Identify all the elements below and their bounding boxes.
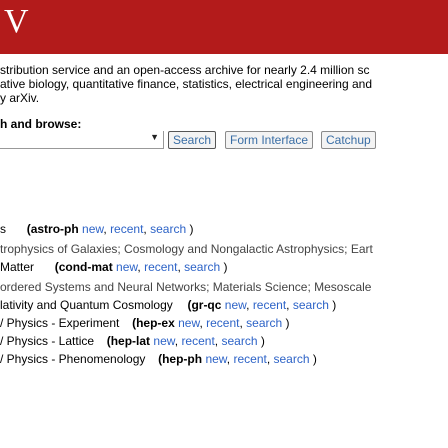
archive-code: gr-qc	[191, 298, 222, 312]
new-link[interactable]: new	[178, 316, 199, 330]
archive-entry-hep-ex: / Physics - Experiment (hep-ex new, rece…	[0, 316, 290, 330]
recent-link[interactable]: recent	[181, 334, 214, 348]
archive-subjects: ordered Systems and Neural Networks; Mat…	[0, 280, 372, 294]
archive-code: hep-lat	[110, 334, 151, 348]
intro-line-2: ative biology, quantitative finance, sta…	[0, 77, 372, 91]
catchup-button[interactable]: Catchup	[321, 131, 376, 149]
archive-subjects: trophysics of Galaxies; Cosmology and No…	[0, 242, 373, 256]
search-link[interactable]: search	[150, 222, 186, 236]
search-button[interactable]: Search	[168, 131, 217, 149]
archive-entry-hep-ph: / Physics - Phenomenology (hep-ph new, r…	[0, 352, 317, 366]
search-link[interactable]: search	[184, 260, 220, 274]
intro-line-1: stribution service and an open-access ar…	[0, 63, 370, 77]
site-header: V	[0, 0, 448, 54]
archive-label: s	[0, 222, 6, 236]
archive-entry-astro-ph: s (astro-ph new, recent, search )	[0, 222, 194, 236]
search-bar: ▼ Search Form Interface Catchup	[0, 131, 448, 153]
arxiv-logo[interactable]: V	[4, 2, 29, 42]
archive-label: / Physics - Phenomenology	[0, 352, 146, 366]
recent-link[interactable]: recent	[144, 260, 177, 274]
archive-label: / Physics - Experiment	[0, 316, 120, 330]
archive-code: hep-ph	[162, 352, 203, 366]
archive-label: / Physics - Lattice	[0, 334, 95, 348]
form-interface-button[interactable]: Form Interface	[225, 131, 314, 149]
recent-link[interactable]: recent	[206, 316, 239, 330]
new-link[interactable]: new	[205, 352, 226, 366]
new-link[interactable]: new	[153, 334, 174, 348]
new-link[interactable]: new	[82, 222, 103, 236]
chevron-down-icon: ▼	[150, 132, 159, 142]
archive-label: lativity and Quantum Cosmology	[0, 298, 173, 312]
archive-code: astro-ph	[30, 222, 79, 236]
archive-code: hep-ex	[136, 316, 175, 330]
search-link[interactable]: search	[293, 298, 329, 312]
search-field-select[interactable]: ▼	[0, 131, 164, 149]
archive-entry-cond-mat: Matter (cond-mat new, recent, search )	[0, 260, 228, 274]
recent-link[interactable]: recent	[110, 222, 143, 236]
new-link[interactable]: new	[225, 298, 246, 312]
archive-entry-hep-lat: / Physics - Lattice (hep-lat new, recent…	[0, 334, 265, 348]
intro-text: stribution service and an open-access ar…	[0, 63, 448, 105]
browse-heading: h and browse:	[0, 117, 82, 131]
search-link[interactable]: search	[274, 352, 310, 366]
intro-line-3: y arXiv.	[0, 91, 40, 105]
recent-link[interactable]: recent	[233, 352, 266, 366]
archive-label: Matter	[0, 260, 35, 274]
search-link[interactable]: search	[221, 334, 257, 348]
archive-entry-gr-qc: lativity and Quantum Cosmology (gr-qc ne…	[0, 298, 337, 312]
new-link[interactable]: new	[116, 260, 137, 274]
recent-link[interactable]: recent	[253, 298, 286, 312]
archive-code: cond-mat	[58, 260, 113, 274]
search-link[interactable]: search	[246, 316, 282, 330]
